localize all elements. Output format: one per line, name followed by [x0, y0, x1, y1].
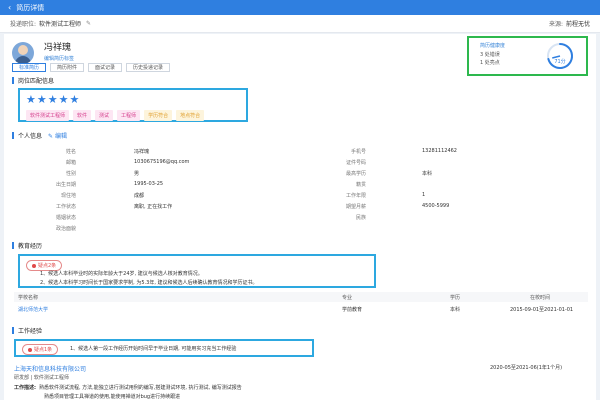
star-icon: ★	[58, 93, 69, 106]
tab-interview-records[interactable]: 面试记录	[88, 63, 123, 72]
info-label: 政治面貌	[55, 226, 76, 232]
star-icon: ★	[36, 93, 47, 106]
info-label: 工作年限	[345, 193, 366, 199]
resume-panel: 冯祥瑰 编辑简历标签 标准简历 简历附件 面试记录 历史投递记录 简历健康度 3…	[4, 34, 596, 400]
school-link[interactable]: 湖北师范大学	[18, 306, 48, 313]
position-bar: 投递职位: 软件测试工程师 ✎ 来源: 前程无忧	[0, 15, 600, 33]
match-tag: 地点符合	[176, 110, 205, 121]
info-label: 证件号码	[345, 160, 366, 166]
match-info-box: ★ ★ ★ ★ ★ 软件测试工程师 软件 测试 工程师 学历符合 地点符合	[18, 88, 248, 122]
window-title: 简历详情	[16, 3, 45, 12]
position-value: 软件测试工程师	[39, 21, 82, 28]
health-gauge	[547, 43, 573, 69]
star-icon: ★	[69, 93, 80, 106]
back-icon[interactable]: ‹	[8, 3, 11, 12]
resume-health-card: 简历健康度 3 处错误 1 处亮点 71分	[467, 36, 588, 76]
table-row: 湖北师范大学 学前教育 本科 2015-09-01至2021-01-01	[18, 306, 574, 313]
health-title: 简历健康度	[480, 43, 506, 49]
match-rating: ★ ★ ★ ★ ★	[26, 94, 79, 105]
info-label: 姓名	[65, 149, 76, 155]
avatar	[12, 42, 34, 64]
work-alert-line: 1、候选人第一段工作经历开始时间早于毕业日期, 可能用实习充当工作经验	[70, 346, 237, 352]
section-education-title: 教育经历	[12, 241, 42, 250]
info-value: 13281112462	[422, 148, 457, 154]
info-label: 性别	[65, 171, 76, 177]
info-value: 本科	[422, 171, 433, 177]
info-value: 4500-5999	[422, 203, 450, 209]
job-period: 2020-05至2021-06(1年1个月)	[490, 365, 563, 371]
error-count: 3 处错误	[480, 52, 500, 58]
match-tag: 工程师	[117, 110, 141, 121]
info-label: 邮箱	[65, 160, 76, 166]
info-value: 离职, 正在找工作	[134, 204, 173, 210]
company-name[interactable]: 上海天和信息科技有限公司	[14, 364, 86, 373]
match-tags: 软件测试工程师 软件 测试 工程师 学历符合 地点符合	[26, 110, 205, 121]
job-duties-continued: 熟悉项目管理工具禅道的使用,能使用禅道对bug进行持续跟进	[44, 394, 181, 400]
info-label: 民族	[355, 215, 366, 221]
position-label: 投递职位:	[10, 21, 37, 28]
info-label: 最高学历	[345, 171, 366, 177]
info-value: 1030675196@qq.com	[134, 159, 190, 165]
job-duties: 工作描述: 熟悉软件测试流程, 方法,能独立进行测试用例的编写,搭建测试环境, 执…	[14, 385, 242, 391]
match-tag: 软件测试工程师	[26, 110, 70, 121]
info-label: 现住地	[60, 193, 76, 199]
work-alert-badge: 疑点1条	[22, 344, 59, 355]
education-alert-line: 2、候选人本科学习时间长于国家要求学制, 为5.3年, 建议和候选人后续确认教育…	[40, 280, 258, 286]
info-value: 冯祥瑰	[134, 149, 150, 155]
info-value: 1995-03-25	[134, 181, 164, 187]
star-icon: ★	[47, 93, 58, 106]
source-value: 前程无忧	[565, 21, 590, 28]
section-personal-title: 个人信息 ✎ 编辑	[12, 131, 67, 140]
job-role: 研发部 | 软件测试工程师	[14, 375, 69, 381]
info-label: 手机号	[350, 149, 366, 155]
info-value: 男	[134, 171, 140, 177]
tab-standard-resume[interactable]: 标准简历	[12, 63, 47, 72]
match-tag: 测试	[95, 110, 114, 121]
resume-tabs: 标准简历 简历附件 面试记录 历史投递记录	[12, 63, 171, 72]
star-icon: ★	[26, 93, 36, 106]
education-table-header: 学校名称 专业 学历 在校时间	[14, 292, 588, 302]
info-label: 工作状态	[55, 204, 76, 210]
education-alert-line: 1、候选人本科毕业时的实际年龄大于24岁, 建议与候选人核对教育情况。	[40, 271, 203, 277]
info-label: 期望月薪	[345, 204, 366, 210]
highlight-count: 1 处亮点	[480, 60, 500, 66]
match-tag: 软件	[73, 110, 92, 121]
tab-application-history[interactable]: 历史投递记录	[126, 63, 171, 72]
info-label: 婚姻状态	[55, 215, 76, 221]
info-label: 籍贯	[355, 182, 366, 188]
tab-attachments[interactable]: 简历附件	[50, 63, 85, 72]
work-alert-box: 疑点1条 1、候选人第一段工作经历开始时间早于毕业日期, 可能用实习充当工作经验	[14, 339, 314, 357]
info-value: 成都	[134, 193, 145, 199]
info-value: 1	[422, 192, 426, 198]
education-alert-box: 疑点2条 1、候选人本科毕业时的实际年龄大于24岁, 建议与候选人核对教育情况。…	[18, 254, 376, 288]
edit-tags-link[interactable]: 编辑简历标签	[44, 55, 74, 62]
title-bar: ‹ 简历详情	[0, 0, 600, 15]
section-work-title: 工作经验	[12, 326, 42, 335]
edit-icon[interactable]: ✎	[86, 20, 91, 27]
info-label: 出生日期	[55, 182, 76, 188]
edit-personal-button[interactable]: ✎ 编辑	[48, 131, 67, 140]
source-label: 来源:	[548, 21, 563, 28]
candidate-name: 冯祥瑰	[44, 43, 72, 53]
profile-header: 冯祥瑰 编辑简历标签	[12, 38, 74, 64]
health-score: 71分	[554, 59, 566, 65]
match-tag: 学历符合	[144, 110, 173, 121]
section-match-title: 岗位匹配信息	[12, 76, 54, 85]
